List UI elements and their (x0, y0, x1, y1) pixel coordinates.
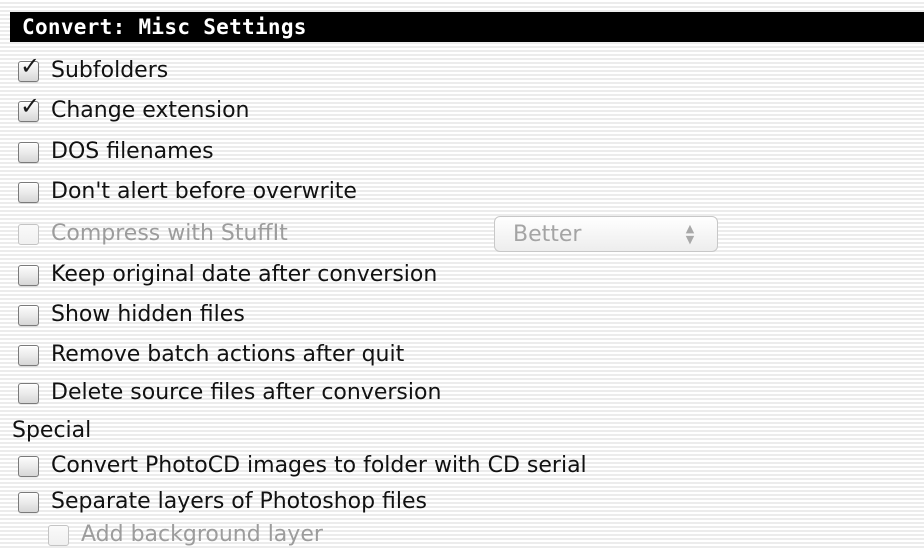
add-background-layer-label: Add background layer (81, 522, 323, 547)
keep-original-date-label[interactable]: Keep original date after conversion (51, 260, 437, 290)
convert-photocd-label[interactable]: Convert PhotoCD images to folder with CD… (51, 451, 587, 481)
option-delete-source-files[interactable]: Delete source files after conversion (18, 378, 441, 408)
compression-level-value: Better (513, 221, 582, 247)
separate-layers-checkbox[interactable] (18, 491, 39, 513)
remove-batch-actions-checkbox[interactable] (18, 344, 39, 366)
checkmark-icon: ✓ (20, 51, 41, 80)
change-extension-label[interactable]: Change extension (51, 96, 249, 126)
change-extension-checkbox[interactable]: ✓ (18, 94, 40, 122)
compress-stuffit-label: Compress with StuffIt (51, 221, 288, 246)
show-hidden-files-label[interactable]: Show hidden files (51, 300, 245, 330)
delete-source-files-label[interactable]: Delete source files after conversion (51, 378, 441, 408)
option-subfolders[interactable]: ✓ Subfolders (18, 54, 168, 86)
option-dos-filenames[interactable]: DOS filenames (18, 137, 214, 167)
delete-source-files-checkbox[interactable] (18, 382, 39, 404)
dos-filenames-checkbox[interactable] (18, 141, 39, 163)
dont-alert-overwrite-label[interactable]: Don't alert before overwrite (51, 177, 357, 207)
option-remove-batch-actions[interactable]: Remove batch actions after quit (18, 340, 404, 370)
option-separate-layers[interactable]: Separate layers of Photoshop files (18, 487, 427, 517)
separate-layers-label[interactable]: Separate layers of Photoshop files (51, 487, 427, 517)
option-show-hidden-files[interactable]: Show hidden files (18, 300, 245, 330)
dos-filenames-label[interactable]: DOS filenames (51, 137, 214, 167)
option-change-extension[interactable]: ✓ Change extension (18, 94, 249, 126)
show-hidden-files-checkbox[interactable] (18, 304, 39, 326)
compress-stuffit-checkbox (18, 223, 39, 245)
checkmark-icon: ✓ (20, 91, 41, 120)
option-dont-alert-overwrite[interactable]: Don't alert before overwrite (18, 177, 357, 207)
special-heading: Special (12, 418, 92, 443)
compression-level-popup: Better ▲ ▼ (494, 216, 718, 252)
panel-title: Convert: Misc Settings (10, 12, 924, 42)
remove-batch-actions-label[interactable]: Remove batch actions after quit (51, 340, 404, 370)
option-convert-photocd[interactable]: Convert PhotoCD images to folder with CD… (18, 451, 587, 481)
subfolders-checkbox[interactable]: ✓ (18, 54, 40, 82)
keep-original-date-checkbox[interactable] (18, 264, 39, 286)
subfolders-label[interactable]: Subfolders (51, 56, 168, 86)
option-add-background-layer: Add background layer (48, 520, 323, 550)
option-compress-stuffit: Compress with StuffIt (18, 219, 288, 249)
option-keep-original-date[interactable]: Keep original date after conversion (18, 260, 437, 290)
add-background-layer-checkbox (48, 524, 69, 546)
updown-arrows-icon: ▲ ▼ (685, 222, 695, 246)
dont-alert-overwrite-checkbox[interactable] (18, 181, 39, 203)
convert-photocd-checkbox[interactable] (18, 455, 39, 477)
